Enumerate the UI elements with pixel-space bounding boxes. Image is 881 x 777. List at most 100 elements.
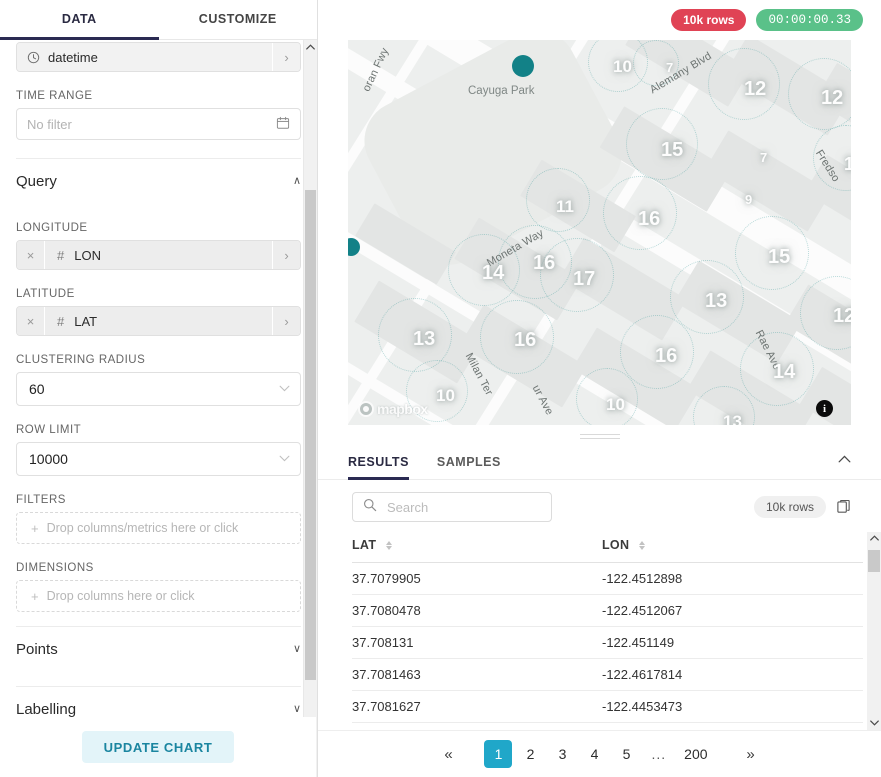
mapbox-cluster-map[interactable]: Cayuga Park Alemany Blvd oran Fwy Fredso Mon… bbox=[348, 40, 851, 425]
scrollbar-thumb[interactable] bbox=[305, 190, 316, 680]
datetime-chip[interactable]: datetime bbox=[17, 43, 272, 71]
sort-icon[interactable] bbox=[386, 541, 393, 551]
pagination-page-1[interactable]: 1 bbox=[484, 740, 513, 768]
table-row[interactable]: 37.7081463 -122.4617814 bbox=[352, 658, 863, 691]
latitude-token[interactable]: # LAT bbox=[45, 307, 272, 335]
handle-line bbox=[579, 437, 620, 439]
chart-area: 10k rows 00:00:00.33 Cayuga Park Alemany… bbox=[318, 0, 881, 777]
section-points-label: Points bbox=[16, 641, 58, 658]
longitude-clear-icon[interactable]: × bbox=[17, 241, 45, 269]
scroll-up-icon[interactable] bbox=[304, 42, 317, 53]
time-range-input[interactable]: No filter bbox=[16, 108, 301, 140]
scrollbar-thumb[interactable] bbox=[868, 550, 880, 572]
column-header-lat[interactable]: LAT bbox=[352, 532, 602, 563]
tab-customize[interactable]: CUSTOMIZE bbox=[159, 0, 318, 40]
results-table-scrollbar[interactable] bbox=[867, 532, 881, 730]
datetime-column-field[interactable]: datetime › bbox=[16, 42, 301, 72]
row-limit-label: ROW LIMIT bbox=[16, 424, 82, 436]
clustering-radius-select[interactable]: 60 bbox=[16, 372, 301, 406]
cell-lon: -122.4617814 bbox=[602, 658, 863, 691]
mapbox-attribution-logo[interactable]: mapbox bbox=[358, 401, 428, 417]
results-search-box[interactable] bbox=[352, 492, 552, 522]
table-row[interactable]: 37.7080478 -122.4512067 bbox=[352, 594, 863, 627]
longitude-arrow-icon[interactable]: › bbox=[272, 241, 300, 269]
table-row[interactable]: 37.7079905 -122.4512898 bbox=[352, 562, 863, 595]
map-cluster-halo bbox=[603, 176, 677, 250]
control-panel: DATA CUSTOMIZE datetime › TIME RANGE No … bbox=[0, 0, 318, 777]
pagination-page-5[interactable]: 5 bbox=[612, 740, 640, 768]
pagination-page-last[interactable]: 200 bbox=[677, 740, 714, 768]
map-cluster-halo bbox=[480, 300, 554, 374]
search-icon bbox=[363, 498, 377, 517]
results-panel: RESULTS SAMPLES Search 10k rows LAT LON … bbox=[318, 447, 881, 777]
results-toolbar: 10k rows bbox=[318, 480, 881, 532]
control-panel-footer: UPDATE CHART bbox=[0, 717, 316, 777]
map-cluster-halo bbox=[626, 108, 698, 180]
latitude-arrow-icon[interactable]: › bbox=[272, 307, 300, 335]
sort-icon[interactable] bbox=[639, 541, 646, 551]
latitude-clear-icon[interactable]: × bbox=[17, 307, 45, 335]
datetime-chip-label: datetime bbox=[48, 49, 98, 65]
results-table-body: 37.7079905 -122.4512898 37.7080478 -122.451… bbox=[352, 562, 863, 723]
tab-samples[interactable]: SAMPLES bbox=[437, 447, 501, 479]
dimensions-dropzone[interactable]: + Drop columns here or click bbox=[16, 580, 301, 612]
dimensions-label: DIMENSIONS bbox=[16, 562, 94, 574]
map-info-icon[interactable]: i bbox=[816, 400, 833, 417]
latitude-label: LATITUDE bbox=[16, 288, 75, 300]
pagination-ellipsis[interactable]: ... bbox=[644, 740, 673, 768]
longitude-token[interactable]: # LON bbox=[45, 241, 272, 269]
cell-lon: -122.4453473 bbox=[602, 690, 863, 723]
scroll-up-icon[interactable] bbox=[867, 533, 881, 544]
plus-icon: + bbox=[31, 520, 39, 536]
query-timer-badge: 00:00:00.33 bbox=[756, 9, 863, 31]
panel-resize-handle[interactable] bbox=[318, 425, 881, 447]
section-header-points[interactable]: Points ∨ bbox=[16, 626, 301, 672]
longitude-value: LON bbox=[74, 247, 101, 263]
map-cluster-halo bbox=[526, 168, 590, 232]
results-collapse-icon[interactable] bbox=[838, 452, 851, 474]
pagination-page-3[interactable]: 3 bbox=[548, 740, 576, 768]
scroll-down-icon[interactable] bbox=[867, 718, 881, 729]
row-limit-select[interactable]: 10000 bbox=[16, 442, 301, 476]
cell-lon: -122.4512067 bbox=[602, 594, 863, 627]
longitude-field[interactable]: × # LON › bbox=[16, 240, 301, 270]
pagination-page-2[interactable]: 2 bbox=[516, 740, 544, 768]
cell-lon: -122.451149 bbox=[602, 626, 863, 659]
column-header-lon[interactable]: LON bbox=[602, 532, 863, 563]
map-data-point[interactable] bbox=[512, 55, 534, 77]
tab-data-label: DATA bbox=[61, 12, 97, 26]
update-chart-button[interactable]: UPDATE CHART bbox=[81, 731, 235, 763]
pagination-next[interactable]: » bbox=[737, 740, 765, 768]
cell-lat: 37.7080478 bbox=[352, 594, 602, 627]
clock-icon bbox=[27, 51, 40, 64]
latitude-field[interactable]: × # LAT › bbox=[16, 306, 301, 336]
results-tabs: RESULTS SAMPLES bbox=[318, 447, 881, 480]
section-query-label: Query bbox=[16, 173, 57, 190]
column-header-lon-label: LON bbox=[602, 538, 630, 552]
cell-lat: 37.708131 bbox=[352, 626, 602, 659]
control-panel-scroll-area: datetime › TIME RANGE No filter Query ∧ … bbox=[0, 40, 317, 777]
datetime-chip-arrow[interactable]: › bbox=[272, 43, 300, 71]
handle-line bbox=[579, 433, 620, 435]
time-range-value: No filter bbox=[27, 116, 72, 132]
results-row-count-chip: 10k rows bbox=[753, 496, 826, 518]
map-cluster-halo bbox=[620, 315, 694, 389]
tab-results[interactable]: RESULTS bbox=[348, 447, 409, 480]
pagination-page-4[interactable]: 4 bbox=[580, 740, 608, 768]
search-input[interactable] bbox=[385, 498, 541, 516]
tab-customize-label: CUSTOMIZE bbox=[198, 12, 277, 26]
filters-dropzone[interactable]: + Drop columns/metrics here or click bbox=[16, 512, 301, 544]
copy-icon[interactable] bbox=[836, 499, 851, 515]
map-cluster-halo bbox=[788, 58, 851, 130]
chevron-up-icon: ∧ bbox=[292, 175, 301, 187]
table-row[interactable]: 37.708131 -122.451149 bbox=[352, 626, 863, 659]
superset-explore-view: DATA CUSTOMIZE datetime › TIME RANGE No … bbox=[0, 0, 881, 777]
map-cluster-halo bbox=[708, 48, 780, 120]
pagination-prev[interactable]: « bbox=[434, 740, 462, 768]
tab-data[interactable]: DATA bbox=[0, 0, 159, 40]
control-panel-scrollbar[interactable] bbox=[303, 40, 317, 777]
table-row[interactable]: 37.7081627 -122.4453473 bbox=[352, 690, 863, 723]
mapbox-mark-icon bbox=[358, 401, 374, 417]
map-canvas[interactable]: Cayuga Park Alemany Blvd oran Fwy Fredso Mon… bbox=[348, 40, 851, 425]
section-header-query[interactable]: Query ∧ bbox=[16, 158, 301, 204]
